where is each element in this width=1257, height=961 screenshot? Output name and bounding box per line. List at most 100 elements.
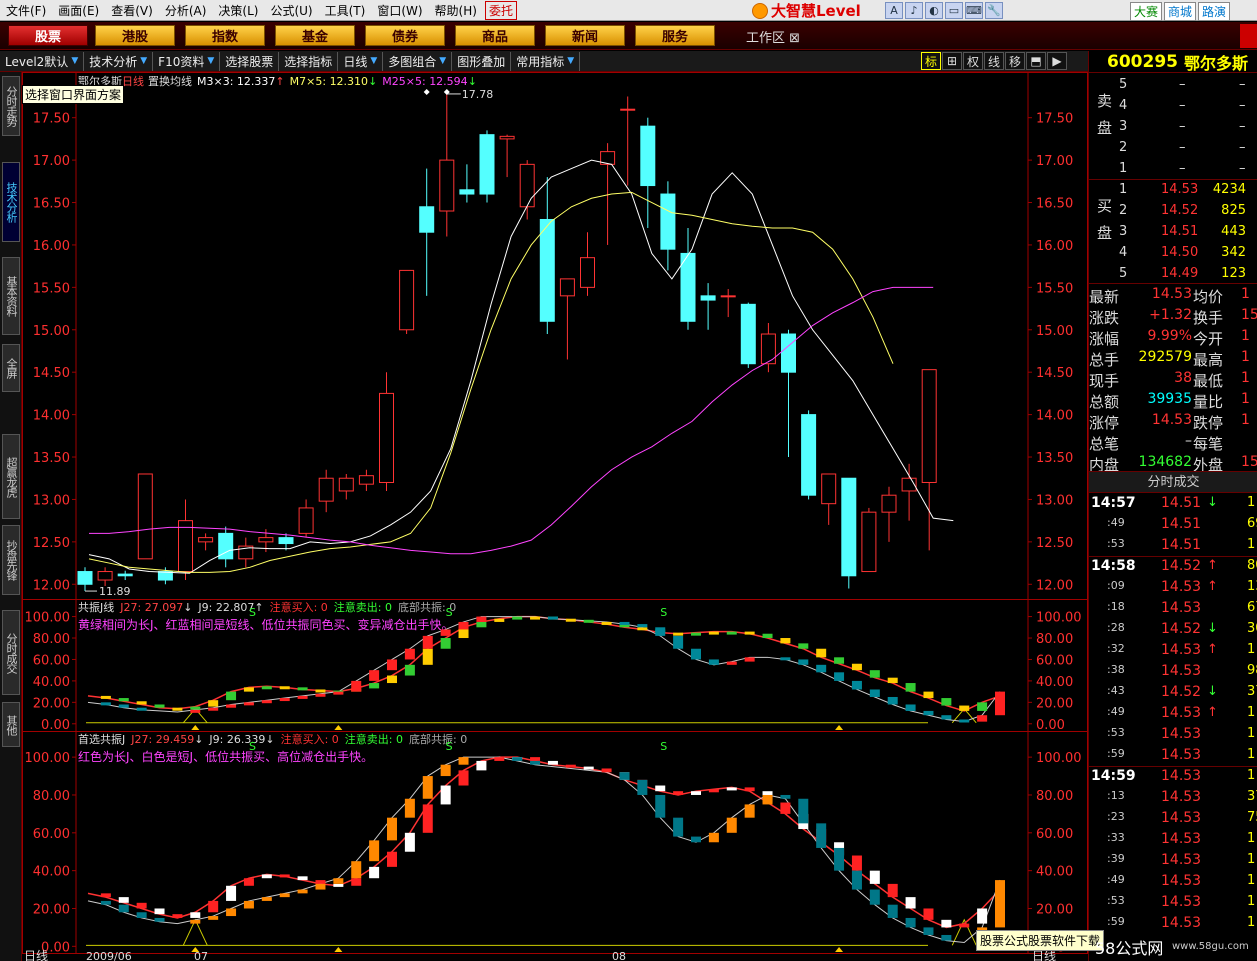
candle[interactable] [720, 295, 736, 298]
candle[interactable] [881, 494, 897, 513]
candle[interactable] [198, 537, 214, 543]
candle[interactable] [117, 573, 133, 577]
tick-row[interactable]: 14:59 14.53 1 [1089, 766, 1257, 787]
menu-item[interactable]: 查看(V) [105, 2, 159, 19]
tick-row[interactable]: :23 14.53 75 [1089, 808, 1257, 829]
category-button[interactable]: 商品 [455, 25, 535, 46]
side-tab[interactable]: 抄盘先锋 [2, 525, 20, 595]
buy-row[interactable]: 1 14.53 4234 [1089, 180, 1257, 201]
toolbar-item[interactable]: 选择股票 [220, 51, 280, 71]
top-link[interactable]: 商城 [1164, 2, 1197, 21]
tick-row[interactable]: :43 14.52 ↓ 37 [1089, 682, 1257, 703]
side-tab[interactable]: 基本资料 [2, 257, 20, 335]
side-tab[interactable]: 技术分析 [2, 162, 20, 242]
tick-row[interactable]: :09 14.53 ↑ 130 [1089, 577, 1257, 598]
candle[interactable] [258, 537, 274, 543]
tick-row[interactable]: :59 14.53 1 [1089, 745, 1257, 766]
buy-row[interactable]: 4 14.50 342 [1089, 243, 1257, 264]
chart-area[interactable]: 17.50 17.50 17.00 17.00 16.50 16.50 16.00 16.00… [22, 72, 1088, 961]
tool-icon[interactable]: A [885, 2, 903, 19]
candle[interactable] [821, 473, 837, 505]
candle[interactable] [700, 295, 716, 301]
tool-icon[interactable]: ⌨ [965, 2, 983, 19]
candle[interactable] [801, 414, 817, 496]
candle[interactable] [278, 537, 294, 545]
toolbar-item[interactable]: 日线 ▼ [338, 51, 384, 71]
candle[interactable] [137, 473, 153, 560]
candle[interactable] [77, 571, 93, 585]
candle[interactable] [499, 135, 515, 140]
category-button[interactable]: 港股 [95, 25, 175, 46]
toolbar-item[interactable]: F10资料 ▼ [153, 51, 221, 71]
tick-row[interactable]: :49 14.53 ↑ 1 [1089, 703, 1257, 724]
side-tab[interactable]: 超赢龙虎 [2, 434, 20, 519]
side-tab[interactable]: 全屏 [2, 344, 20, 392]
tick-row[interactable]: :33 14.53 1 [1089, 829, 1257, 850]
category-button[interactable]: 新闻 [545, 25, 625, 46]
tool-icon[interactable]: 🔧 [985, 2, 1003, 19]
buy-row[interactable]: 5 14.49 123 [1089, 264, 1257, 285]
view-toggle[interactable]: ▶ [1047, 52, 1067, 70]
candle[interactable] [358, 475, 374, 485]
view-toggle[interactable]: 移 [1005, 52, 1025, 70]
menu-item[interactable]: 工具(T) [319, 2, 372, 19]
candle[interactable] [318, 477, 334, 502]
ad-banner[interactable]: 股票公式股票软件下载 [976, 930, 1105, 951]
menu-item[interactable]: 分析(A) [159, 2, 213, 19]
category-button[interactable]: 股票 [8, 25, 88, 46]
side-tab[interactable]: 其他 [2, 702, 20, 747]
top-link[interactable]: 大赛 [1130, 2, 1163, 21]
menu-item[interactable]: 决策(L) [212, 2, 264, 19]
view-toggle[interactable]: 权 [963, 52, 983, 70]
sell-row[interactable]: 1 – – [1089, 159, 1257, 180]
toolbar-item[interactable]: 常用指标 ▼ [511, 51, 581, 71]
tick-row[interactable]: :49 14.51 69 [1089, 514, 1257, 535]
sell-row[interactable]: 5 – – [1089, 75, 1257, 96]
tick-row[interactable]: :53 14.53 1 [1089, 892, 1257, 913]
toolbar-item[interactable]: 多图组合 ▼ [383, 51, 453, 71]
sell-row[interactable]: 3 – – [1089, 117, 1257, 138]
candle[interactable] [379, 392, 394, 483]
menu-item[interactable]: 委托 [484, 0, 517, 20]
tool-icon[interactable]: ▭ [945, 2, 963, 19]
category-button[interactable]: 债券 [365, 25, 445, 46]
toolbar-item[interactable]: 选择指标 [279, 51, 339, 71]
candle[interactable] [178, 520, 193, 573]
candle[interactable] [781, 333, 796, 373]
candle[interactable] [479, 134, 495, 195]
candle[interactable] [439, 159, 455, 212]
candle[interactable] [419, 206, 435, 233]
toolbar-item[interactable]: 图形叠加 [452, 51, 512, 71]
category-button[interactable]: 指数 [185, 25, 265, 46]
top-link[interactable]: 路演 [1198, 2, 1231, 21]
tick-row[interactable]: :39 14.53 1 [1089, 850, 1257, 871]
tick-row[interactable]: :38 14.53 98 [1089, 661, 1257, 682]
sell-row[interactable]: 2 – – [1089, 138, 1257, 159]
view-toggle[interactable]: 线 [984, 52, 1004, 70]
candle[interactable] [559, 278, 575, 297]
workarea-button[interactable]: 工作区 ⊠ [746, 27, 800, 46]
candle[interactable] [841, 477, 857, 577]
candle[interactable] [660, 193, 676, 250]
candle[interactable] [640, 125, 656, 187]
menu-item[interactable]: 画面(E) [52, 2, 105, 19]
category-button[interactable]: 基金 [275, 25, 355, 46]
view-toggle[interactable]: 标 [921, 52, 941, 70]
dropdown-arrow-icon[interactable]: ▼ [370, 56, 377, 66]
candle[interactable] [519, 163, 535, 208]
candle[interactable] [97, 571, 113, 581]
candle[interactable] [620, 108, 636, 111]
sell-row[interactable]: 4 – – [1089, 96, 1257, 117]
buy-row[interactable]: 2 14.52 825 [1089, 201, 1257, 222]
tool-icon[interactable]: ♪ [905, 2, 923, 19]
view-toggle[interactable]: ⬒ [1026, 52, 1046, 70]
toolbar-item[interactable]: Level2默认 ▼ [0, 51, 85, 71]
tick-row[interactable]: :53 14.53 1 [1089, 724, 1257, 745]
candle[interactable] [740, 303, 756, 365]
dropdown-arrow-icon[interactable]: ▼ [439, 56, 446, 66]
menu-item[interactable]: 公式(U) [264, 2, 318, 19]
candle[interactable] [399, 269, 415, 331]
dropdown-arrow-icon[interactable]: ▼ [140, 56, 147, 66]
menu-item[interactable]: 帮助(H) [429, 2, 483, 19]
tick-row[interactable]: :32 14.53 ↑ 1 [1089, 640, 1257, 661]
